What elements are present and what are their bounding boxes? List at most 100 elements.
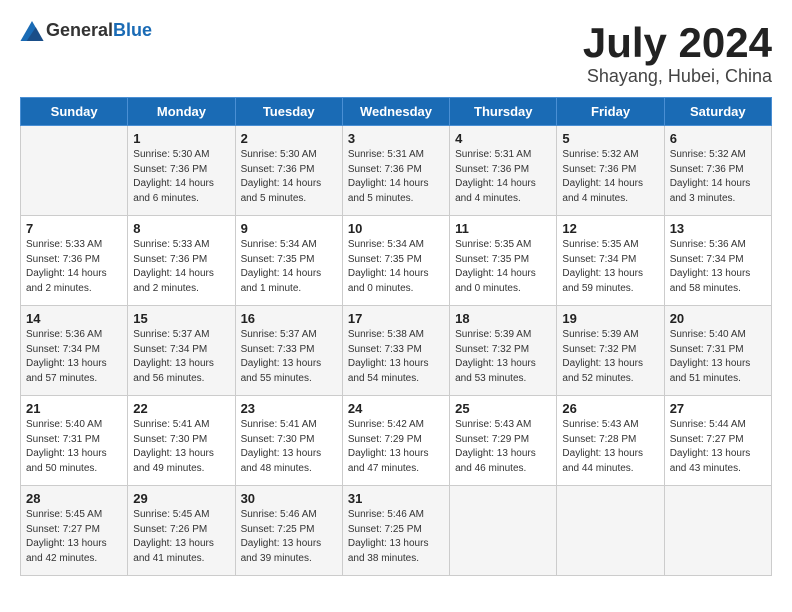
calendar-cell: 25Sunrise: 5:43 AMSunset: 7:29 PMDayligh… bbox=[450, 396, 557, 486]
calendar-cell: 31Sunrise: 5:46 AMSunset: 7:25 PMDayligh… bbox=[342, 486, 449, 576]
calendar-cell bbox=[664, 486, 771, 576]
weekday-header-cell: Monday bbox=[128, 98, 235, 126]
calendar-week-row: 14Sunrise: 5:36 AMSunset: 7:34 PMDayligh… bbox=[21, 306, 772, 396]
day-number: 2 bbox=[241, 131, 337, 146]
cell-info: Sunrise: 5:40 AMSunset: 7:31 PMDaylight:… bbox=[26, 418, 122, 476]
cell-info: Sunrise: 5:31 AMSunset: 7:36 PMDaylight:… bbox=[455, 148, 551, 206]
cell-info: Sunrise: 5:32 AMSunset: 7:36 PMDaylight:… bbox=[562, 148, 658, 206]
calendar-cell: 9Sunrise: 5:34 AMSunset: 7:35 PMDaylight… bbox=[235, 216, 342, 306]
cell-info: Sunrise: 5:45 AMSunset: 7:26 PMDaylight:… bbox=[133, 508, 229, 566]
calendar-cell: 8Sunrise: 5:33 AMSunset: 7:36 PMDaylight… bbox=[128, 216, 235, 306]
logo-icon bbox=[20, 21, 44, 41]
calendar-cell: 18Sunrise: 5:39 AMSunset: 7:32 PMDayligh… bbox=[450, 306, 557, 396]
day-number: 22 bbox=[133, 401, 229, 416]
day-number: 23 bbox=[241, 401, 337, 416]
calendar-cell: 29 Sunrise: 5:45 AMSunset: 7:26 PMDayligh… bbox=[128, 486, 235, 576]
cell-info: Sunrise: 5:40 AMSunset: 7:31 PMDaylight:… bbox=[670, 328, 766, 386]
weekday-header-cell: Tuesday bbox=[235, 98, 342, 126]
logo-text-general: General bbox=[46, 20, 113, 40]
calendar-cell: 2 Sunrise: 5:30 AMSunset: 7:36 PMDaylight… bbox=[235, 126, 342, 216]
day-number: 15 bbox=[133, 311, 229, 326]
day-number: 6 bbox=[670, 131, 766, 146]
calendar-cell: 20 Sunrise: 5:40 AMSunset: 7:31 PMDayligh… bbox=[664, 306, 771, 396]
calendar-week-row: 28 Sunrise: 5:45 AMSunset: 7:27 PMDayligh… bbox=[21, 486, 772, 576]
cell-info: Sunrise: 5:37 AMSunset: 7:33 PMDaylight:… bbox=[241, 328, 337, 386]
calendar-subtitle: Shayang, Hubei, China bbox=[583, 66, 772, 87]
title-block: July 2024 Shayang, Hubei, China bbox=[583, 20, 772, 87]
cell-info: Sunrise: 5:34 AMSunset: 7:35 PMDaylight:… bbox=[348, 238, 444, 296]
calendar-week-row: 7 Sunrise: 5:33 AMSunset: 7:36 PMDaylight… bbox=[21, 216, 772, 306]
day-number: 26 bbox=[562, 401, 658, 416]
calendar-cell: 24Sunrise: 5:42 AMSunset: 7:29 PMDayligh… bbox=[342, 396, 449, 486]
day-number: 11 bbox=[455, 221, 551, 236]
cell-info: Sunrise: 5:36 AMSunset: 7:34 PMDaylight:… bbox=[670, 238, 766, 296]
calendar-week-row: 21Sunrise: 5:40 AMSunset: 7:31 PMDayligh… bbox=[21, 396, 772, 486]
calendar-cell: 27 Sunrise: 5:44 AMSunset: 7:27 PMDayligh… bbox=[664, 396, 771, 486]
cell-info: Sunrise: 5:33 AMSunset: 7:36 PMDaylight:… bbox=[26, 238, 122, 296]
calendar-cell: 4 Sunrise: 5:31 AMSunset: 7:36 PMDaylight… bbox=[450, 126, 557, 216]
logo: GeneralBlue bbox=[20, 20, 152, 41]
calendar-cell: 14Sunrise: 5:36 AMSunset: 7:34 PMDayligh… bbox=[21, 306, 128, 396]
calendar-cell bbox=[21, 126, 128, 216]
day-number: 16 bbox=[241, 311, 337, 326]
day-number: 3 bbox=[348, 131, 444, 146]
day-number: 19 bbox=[562, 311, 658, 326]
day-number: 29 bbox=[133, 491, 229, 506]
calendar-cell: 7 Sunrise: 5:33 AMSunset: 7:36 PMDaylight… bbox=[21, 216, 128, 306]
calendar-cell: 19Sunrise: 5:39 AMSunset: 7:32 PMDayligh… bbox=[557, 306, 664, 396]
cell-info: Sunrise: 5:35 AMSunset: 7:35 PMDaylight:… bbox=[455, 238, 551, 296]
day-number: 4 bbox=[455, 131, 551, 146]
cell-info: Sunrise: 5:34 AMSunset: 7:35 PMDaylight:… bbox=[241, 238, 337, 296]
day-number: 7 bbox=[26, 221, 122, 236]
calendar-cell: 23 Sunrise: 5:41 AMSunset: 7:30 PMDayligh… bbox=[235, 396, 342, 486]
calendar-cell: 11 Sunrise: 5:35 AMSunset: 7:35 PMDayligh… bbox=[450, 216, 557, 306]
day-number: 5 bbox=[562, 131, 658, 146]
cell-info: Sunrise: 5:46 AMSunset: 7:25 PMDaylight:… bbox=[241, 508, 337, 566]
cell-info: Sunrise: 5:44 AMSunset: 7:27 PMDaylight:… bbox=[670, 418, 766, 476]
cell-info: Sunrise: 5:45 AMSunset: 7:27 PMDaylight:… bbox=[26, 508, 122, 566]
cell-info: Sunrise: 5:43 AMSunset: 7:28 PMDaylight:… bbox=[562, 418, 658, 476]
calendar-body: 1Sunrise: 5:30 AMSunset: 7:36 PMDaylight… bbox=[21, 126, 772, 576]
weekday-header-cell: Saturday bbox=[664, 98, 771, 126]
calendar-cell: 1Sunrise: 5:30 AMSunset: 7:36 PMDaylight… bbox=[128, 126, 235, 216]
calendar-cell: 22 Sunrise: 5:41 AMSunset: 7:30 PMDayligh… bbox=[128, 396, 235, 486]
calendar-cell: 30Sunrise: 5:46 AMSunset: 7:25 PMDayligh… bbox=[235, 486, 342, 576]
calendar-cell: 6 Sunrise: 5:32 AMSunset: 7:36 PMDaylight… bbox=[664, 126, 771, 216]
day-number: 14 bbox=[26, 311, 122, 326]
calendar-cell bbox=[450, 486, 557, 576]
calendar-cell: 15 Sunrise: 5:37 AMSunset: 7:34 PMDayligh… bbox=[128, 306, 235, 396]
day-number: 18 bbox=[455, 311, 551, 326]
calendar-cell: 21Sunrise: 5:40 AMSunset: 7:31 PMDayligh… bbox=[21, 396, 128, 486]
weekday-header-cell: Wednesday bbox=[342, 98, 449, 126]
weekday-header-cell: Friday bbox=[557, 98, 664, 126]
calendar-table: SundayMondayTuesdayWednesdayThursdayFrid… bbox=[20, 97, 772, 576]
day-number: 13 bbox=[670, 221, 766, 236]
day-number: 28 bbox=[26, 491, 122, 506]
day-number: 8 bbox=[133, 221, 229, 236]
cell-info: Sunrise: 5:35 AMSunset: 7:34 PMDaylight:… bbox=[562, 238, 658, 296]
day-number: 24 bbox=[348, 401, 444, 416]
calendar-cell: 5 Sunrise: 5:32 AMSunset: 7:36 PMDaylight… bbox=[557, 126, 664, 216]
calendar-cell: 28 Sunrise: 5:45 AMSunset: 7:27 PMDayligh… bbox=[21, 486, 128, 576]
cell-info: Sunrise: 5:41 AMSunset: 7:30 PMDaylight:… bbox=[133, 418, 229, 476]
cell-info: Sunrise: 5:46 AMSunset: 7:25 PMDaylight:… bbox=[348, 508, 444, 566]
calendar-cell: 3 Sunrise: 5:31 AMSunset: 7:36 PMDaylight… bbox=[342, 126, 449, 216]
cell-info: Sunrise: 5:37 AMSunset: 7:34 PMDaylight:… bbox=[133, 328, 229, 386]
calendar-cell: 13 Sunrise: 5:36 AMSunset: 7:34 PMDayligh… bbox=[664, 216, 771, 306]
calendar-cell: 16 Sunrise: 5:37 AMSunset: 7:33 PMDayligh… bbox=[235, 306, 342, 396]
day-number: 25 bbox=[455, 401, 551, 416]
calendar-cell: 12 Sunrise: 5:35 AMSunset: 7:34 PMDayligh… bbox=[557, 216, 664, 306]
cell-info: Sunrise: 5:32 AMSunset: 7:36 PMDaylight:… bbox=[670, 148, 766, 206]
calendar-header-row: SundayMondayTuesdayWednesdayThursdayFrid… bbox=[21, 98, 772, 126]
calendar-title: July 2024 bbox=[583, 20, 772, 66]
cell-info: Sunrise: 5:41 AMSunset: 7:30 PMDaylight:… bbox=[241, 418, 337, 476]
calendar-week-row: 1Sunrise: 5:30 AMSunset: 7:36 PMDaylight… bbox=[21, 126, 772, 216]
cell-info: Sunrise: 5:30 AMSunset: 7:36 PMDaylight:… bbox=[241, 148, 337, 206]
day-number: 12 bbox=[562, 221, 658, 236]
day-number: 20 bbox=[670, 311, 766, 326]
cell-info: Sunrise: 5:31 AMSunset: 7:36 PMDaylight:… bbox=[348, 148, 444, 206]
weekday-header-cell: Thursday bbox=[450, 98, 557, 126]
cell-info: Sunrise: 5:30 AMSunset: 7:36 PMDaylight:… bbox=[133, 148, 229, 206]
calendar-cell: 10Sunrise: 5:34 AMSunset: 7:35 PMDayligh… bbox=[342, 216, 449, 306]
day-number: 27 bbox=[670, 401, 766, 416]
